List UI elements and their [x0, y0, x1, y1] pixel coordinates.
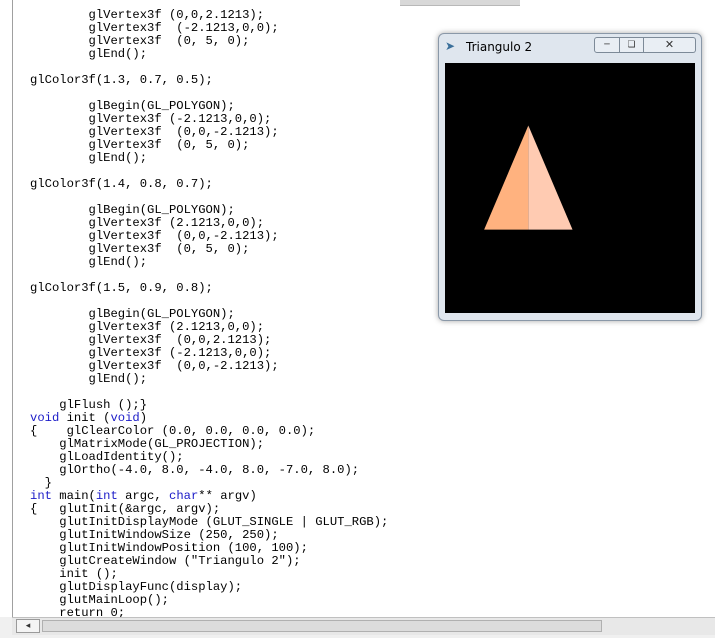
scroll-left-button[interactable]: ◂	[16, 619, 40, 633]
maximize-button[interactable]: ❏	[620, 37, 644, 53]
gl-canvas[interactable]	[445, 63, 695, 313]
close-icon: ✕	[664, 38, 675, 51]
close-button[interactable]: ✕	[644, 37, 696, 53]
code-line[interactable]: glColor3f(1.3, 0.7, 0.5);	[30, 74, 388, 87]
code-lines[interactable]: glVertex3f (0,0,2.1213); glVertex3f (-2.…	[30, 9, 388, 618]
toolbar-strip	[400, 0, 520, 6]
code-line[interactable]: glEnd();	[30, 152, 388, 165]
arrow-left-icon: ◂	[25, 621, 31, 631]
code-line[interactable]: glColor3f(1.4, 0.8, 0.7);	[30, 178, 388, 191]
code-line[interactable]: return 0;	[30, 607, 388, 618]
glut-app-icon: ➤	[445, 39, 456, 53]
code-line[interactable]: glColor3f(1.5, 0.9, 0.8);	[30, 282, 388, 295]
editor-gutter	[0, 0, 13, 617]
code-line[interactable]: glEnd();	[30, 48, 388, 61]
window-titlebar[interactable]: ➤ Triangulo 2 ─ ❏ ✕	[439, 34, 701, 62]
minimize-icon: ─	[604, 40, 610, 50]
code-line[interactable]: glEnd();	[30, 256, 388, 269]
triangle-face-2	[528, 125, 573, 230]
scrollbar-thumb[interactable]	[42, 620, 602, 632]
gl-render	[484, 125, 573, 230]
maximize-icon: ❏	[627, 40, 636, 50]
code-line[interactable]: glOrtho(-4.0, 8.0, -4.0, 8.0, -7.0, 8.0)…	[30, 464, 388, 477]
horizontal-scrollbar[interactable]: ◂	[12, 617, 715, 635]
window-title: Triangulo 2	[466, 40, 533, 54]
triangle-face-1	[484, 125, 529, 230]
glut-window[interactable]: ➤ Triangulo 2 ─ ❏ ✕	[438, 33, 702, 321]
minimize-button[interactable]: ─	[594, 37, 620, 53]
code-line[interactable]: glEnd();	[30, 373, 388, 386]
